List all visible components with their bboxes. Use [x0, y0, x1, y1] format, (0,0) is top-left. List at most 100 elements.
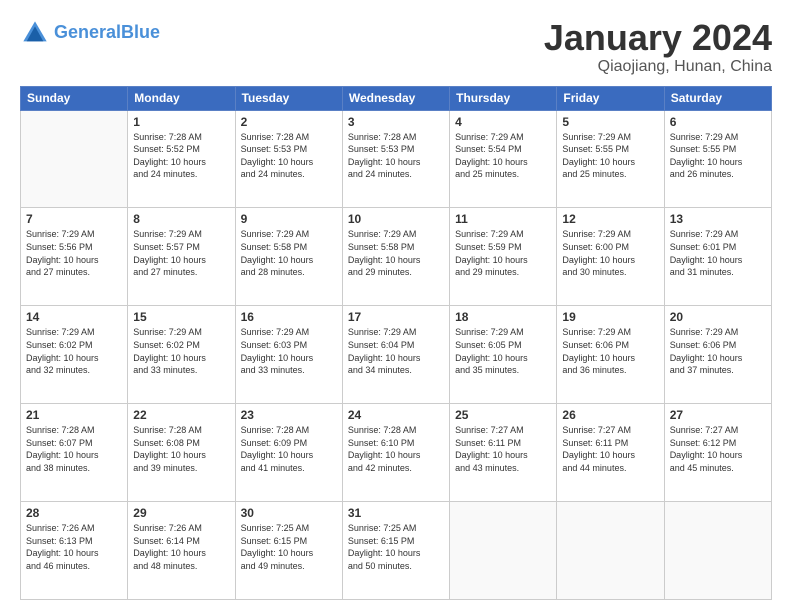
calendar-cell: 4Sunrise: 7:29 AM Sunset: 5:54 PM Daylig…	[450, 110, 557, 208]
calendar-cell	[21, 110, 128, 208]
calendar-cell: 26 Sunrise: 7:27 AM Sunset: 6:11 PM Dayli…	[557, 404, 664, 502]
day-info: Sunrise: 7:29 AM Sunset: 5:55 PM Dayligh…	[670, 131, 766, 181]
calendar-cell: 11 Sunrise: 7:29 AM Sunset: 5:59 PM Dayli…	[450, 208, 557, 306]
day-number: 28	[26, 506, 122, 520]
day-info: Sunrise: 7:25 AM Sunset: 6:15 PM Dayligh…	[348, 522, 444, 572]
day-number: 27	[670, 408, 766, 422]
day-info: Sunrise: 7:29 AM Sunset: 5:59 PM Dayligh…	[455, 228, 551, 278]
day-header-friday: Friday	[557, 86, 664, 110]
day-number: 21	[26, 408, 122, 422]
day-number: 8	[133, 212, 229, 226]
day-number: 20	[670, 310, 766, 324]
day-info: Sunrise: 7:26 AM Sunset: 6:13 PM Dayligh…	[26, 522, 122, 572]
logo-icon	[20, 18, 50, 48]
day-info: Sunrise: 7:28 AM Sunset: 5:52 PM Dayligh…	[133, 131, 229, 181]
calendar-week-row: 14 Sunrise: 7:29 AM Sunset: 6:02 PM Dayli…	[21, 306, 772, 404]
day-number: 31	[348, 506, 444, 520]
calendar-cell: 6 Sunrise: 7:29 AM Sunset: 5:55 PM Daylig…	[664, 110, 771, 208]
calendar-cell: 22Sunrise: 7:28 AM Sunset: 6:08 PM Dayli…	[128, 404, 235, 502]
day-number: 30	[241, 506, 337, 520]
calendar-cell: 7Sunrise: 7:29 AM Sunset: 5:56 PM Daylig…	[21, 208, 128, 306]
day-number: 17	[348, 310, 444, 324]
calendar-cell: 31 Sunrise: 7:25 AM Sunset: 6:15 PM Dayli…	[342, 502, 449, 600]
calendar-cell: 15 Sunrise: 7:29 AM Sunset: 6:02 PM Dayli…	[128, 306, 235, 404]
day-number: 29	[133, 506, 229, 520]
day-number: 24	[348, 408, 444, 422]
day-number: 6	[670, 115, 766, 129]
day-number: 2	[241, 115, 337, 129]
day-info: Sunrise: 7:29 AM Sunset: 6:02 PM Dayligh…	[26, 326, 122, 376]
day-header-saturday: Saturday	[664, 86, 771, 110]
day-number: 1	[133, 115, 229, 129]
day-info: Sunrise: 7:28 AM Sunset: 6:07 PM Dayligh…	[26, 424, 122, 474]
day-info: Sunrise: 7:28 AM Sunset: 6:10 PM Dayligh…	[348, 424, 444, 474]
day-number: 9	[241, 212, 337, 226]
day-header-sunday: Sunday	[21, 86, 128, 110]
calendar-week-row: 28 Sunrise: 7:26 AM Sunset: 6:13 PM Dayli…	[21, 502, 772, 600]
day-info: Sunrise: 7:29 AM Sunset: 6:02 PM Dayligh…	[133, 326, 229, 376]
calendar-cell: 12Sunrise: 7:29 AM Sunset: 6:00 PM Dayli…	[557, 208, 664, 306]
calendar-cell: 2 Sunrise: 7:28 AM Sunset: 5:53 PM Daylig…	[235, 110, 342, 208]
day-number: 15	[133, 310, 229, 324]
day-number: 4	[455, 115, 551, 129]
day-header-tuesday: Tuesday	[235, 86, 342, 110]
calendar-cell: 16 Sunrise: 7:29 AM Sunset: 6:03 PM Dayli…	[235, 306, 342, 404]
calendar-cell: 30 Sunrise: 7:25 AM Sunset: 6:15 PM Dayli…	[235, 502, 342, 600]
calendar-cell: 20Sunrise: 7:29 AM Sunset: 6:06 PM Dayli…	[664, 306, 771, 404]
calendar-week-row: 7Sunrise: 7:29 AM Sunset: 5:56 PM Daylig…	[21, 208, 772, 306]
calendar-cell: 5 Sunrise: 7:29 AM Sunset: 5:55 PM Daylig…	[557, 110, 664, 208]
day-number: 18	[455, 310, 551, 324]
logo-blue: Blue	[121, 22, 160, 42]
day-info: Sunrise: 7:29 AM Sunset: 5:57 PM Dayligh…	[133, 228, 229, 278]
calendar-cell: 3 Sunrise: 7:28 AM Sunset: 5:53 PM Daylig…	[342, 110, 449, 208]
day-info: Sunrise: 7:25 AM Sunset: 6:15 PM Dayligh…	[241, 522, 337, 572]
day-header-monday: Monday	[128, 86, 235, 110]
calendar-cell	[664, 502, 771, 600]
day-info: Sunrise: 7:28 AM Sunset: 5:53 PM Dayligh…	[241, 131, 337, 181]
day-number: 3	[348, 115, 444, 129]
day-info: Sunrise: 7:29 AM Sunset: 6:04 PM Dayligh…	[348, 326, 444, 376]
day-number: 26	[562, 408, 658, 422]
calendar-cell	[557, 502, 664, 600]
day-info: Sunrise: 7:28 AM Sunset: 5:53 PM Dayligh…	[348, 131, 444, 181]
title-block: January 2024 Qiaojiang, Hunan, China	[544, 18, 772, 76]
calendar-cell: 21 Sunrise: 7:28 AM Sunset: 6:07 PM Dayli…	[21, 404, 128, 502]
day-info: Sunrise: 7:29 AM Sunset: 6:03 PM Dayligh…	[241, 326, 337, 376]
day-number: 5	[562, 115, 658, 129]
day-number: 12	[562, 212, 658, 226]
day-info: Sunrise: 7:29 AM Sunset: 5:58 PM Dayligh…	[348, 228, 444, 278]
logo-text: GeneralBlue	[54, 23, 160, 43]
day-number: 23	[241, 408, 337, 422]
logo-general: General	[54, 22, 121, 42]
day-number: 25	[455, 408, 551, 422]
day-info: Sunrise: 7:29 AM Sunset: 6:01 PM Dayligh…	[670, 228, 766, 278]
day-info: Sunrise: 7:27 AM Sunset: 6:12 PM Dayligh…	[670, 424, 766, 474]
calendar-cell: 24 Sunrise: 7:28 AM Sunset: 6:10 PM Dayli…	[342, 404, 449, 502]
day-info: Sunrise: 7:29 AM Sunset: 5:56 PM Dayligh…	[26, 228, 122, 278]
day-info: Sunrise: 7:28 AM Sunset: 6:09 PM Dayligh…	[241, 424, 337, 474]
day-number: 13	[670, 212, 766, 226]
calendar-cell: 23 Sunrise: 7:28 AM Sunset: 6:09 PM Dayli…	[235, 404, 342, 502]
logo: GeneralBlue	[20, 18, 160, 48]
calendar-cell: 25 Sunrise: 7:27 AM Sunset: 6:11 PM Dayli…	[450, 404, 557, 502]
location: Qiaojiang, Hunan, China	[544, 58, 772, 76]
day-info: Sunrise: 7:27 AM Sunset: 6:11 PM Dayligh…	[455, 424, 551, 474]
header: GeneralBlue January 2024 Qiaojiang, Huna…	[20, 18, 772, 76]
day-info: Sunrise: 7:29 AM Sunset: 6:06 PM Dayligh…	[562, 326, 658, 376]
day-info: Sunrise: 7:29 AM Sunset: 5:58 PM Dayligh…	[241, 228, 337, 278]
calendar-cell	[450, 502, 557, 600]
calendar-cell: 28 Sunrise: 7:26 AM Sunset: 6:13 PM Dayli…	[21, 502, 128, 600]
day-info: Sunrise: 7:29 AM Sunset: 5:55 PM Dayligh…	[562, 131, 658, 181]
calendar-cell: 27 Sunrise: 7:27 AM Sunset: 6:12 PM Dayli…	[664, 404, 771, 502]
calendar-cell: 13 Sunrise: 7:29 AM Sunset: 6:01 PM Dayli…	[664, 208, 771, 306]
day-header-thursday: Thursday	[450, 86, 557, 110]
calendar-cell: 14 Sunrise: 7:29 AM Sunset: 6:02 PM Dayli…	[21, 306, 128, 404]
calendar-cell: 10Sunrise: 7:29 AM Sunset: 5:58 PM Dayli…	[342, 208, 449, 306]
day-number: 16	[241, 310, 337, 324]
day-number: 22	[133, 408, 229, 422]
calendar-table: SundayMondayTuesdayWednesdayThursdayFrid…	[20, 86, 772, 600]
day-info: Sunrise: 7:27 AM Sunset: 6:11 PM Dayligh…	[562, 424, 658, 474]
day-number: 11	[455, 212, 551, 226]
day-number: 14	[26, 310, 122, 324]
calendar-cell: 18Sunrise: 7:29 AM Sunset: 6:05 PM Dayli…	[450, 306, 557, 404]
